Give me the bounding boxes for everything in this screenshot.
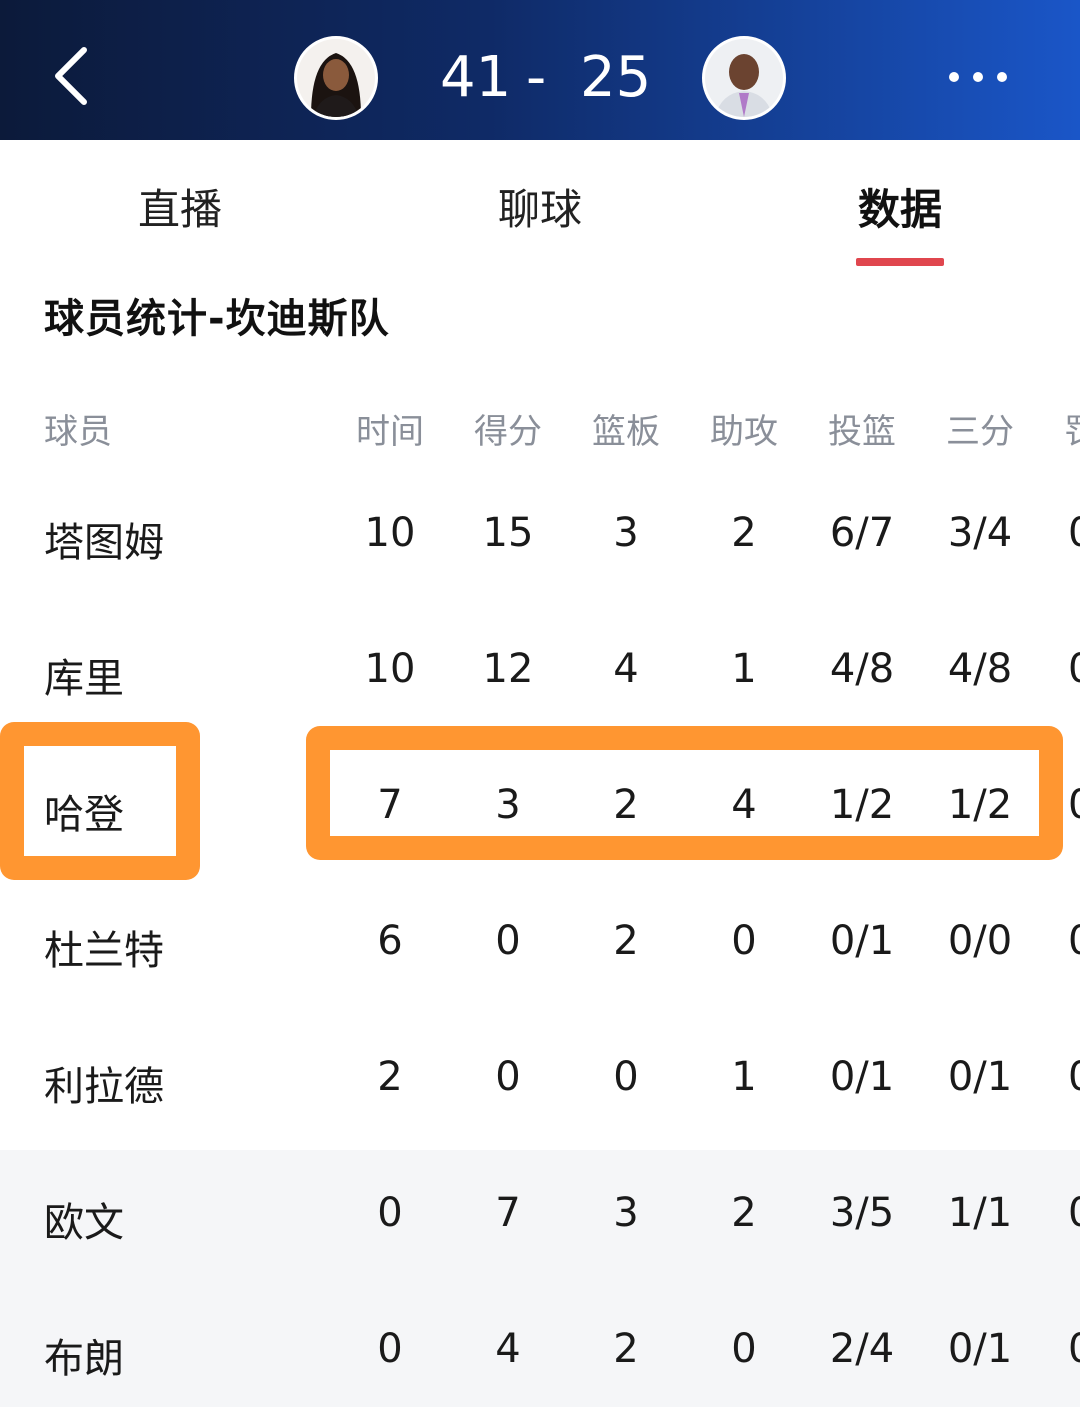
tab-live[interactable]: 直播 [80,176,280,237]
column-header-player: 球员 [44,412,112,452]
stat-minutes: 0 [377,1190,403,1236]
table-row[interactable]: 布朗 0 4 2 0 2/4 0/1 0 [0,1286,1080,1407]
stat-assists: 1 [731,1054,757,1100]
away-score: 25 [580,45,652,110]
stat-rebounds: 3 [613,1190,639,1236]
stat-minutes: 10 [364,646,416,692]
home-score: 41 [440,45,512,110]
column-header-field-goals[interactable]: 投篮 [828,404,896,453]
stat-points: 15 [482,510,534,556]
stat-field-goals: 4/8 [829,646,895,692]
stat-free-throws: 0 [1068,510,1080,556]
column-header-three-pointers[interactable]: 三分 [946,404,1014,453]
home-avatar[interactable] [294,36,378,120]
stat-assists: 4 [731,782,757,828]
player-name: 布朗 [44,1336,124,1382]
table-row-highlighted[interactable]: 哈登 7 3 2 4 1/2 1/2 0 [0,742,1080,878]
stat-field-goals: 0/1 [829,918,895,964]
table-row[interactable]: 利拉德 2 0 0 1 0/1 0/1 0 [0,1014,1080,1150]
player-name: 塔图姆 [44,520,164,566]
stat-free-throws: 0 [1068,782,1080,828]
stat-points: 4 [495,1326,521,1372]
stat-field-goals: 2/4 [829,1326,895,1372]
column-header-minutes[interactable]: 时间 [356,404,424,453]
stat-three-pointers: 1/2 [947,782,1013,828]
stat-free-throws: 0 [1068,1054,1080,1100]
stat-minutes: 7 [377,782,403,828]
stat-points: 0 [495,1054,521,1100]
stat-field-goals: 0/1 [829,1054,895,1100]
stat-three-pointers: 0/1 [947,1054,1013,1100]
stat-minutes: 0 [377,1326,403,1372]
stat-rebounds: 2 [613,782,639,828]
stat-assists: 2 [731,510,757,556]
player-name: 哈登 [44,792,124,838]
column-header-rebounds[interactable]: 篮板 [592,404,660,453]
stat-rebounds: 4 [613,646,639,692]
stat-points: 0 [495,918,521,964]
game-header: 41 - 25 [0,0,1080,140]
tab-bar: 直播 聊球 数据 [0,140,1080,270]
score-separator: - [526,45,547,110]
stat-field-goals: 1/2 [829,782,895,828]
stat-rebounds: 3 [613,510,639,556]
stat-three-pointers: 1/1 [947,1190,1013,1236]
active-tab-indicator [856,258,944,266]
stat-assists: 2 [731,1190,757,1236]
stat-assists: 0 [731,1326,757,1372]
stat-rebounds: 2 [613,1326,639,1372]
column-header-assists[interactable]: 助攻 [710,404,778,453]
table-row[interactable]: 欧文 0 7 3 2 3/5 1/1 0 [0,1150,1080,1286]
table-row[interactable]: 杜兰特 6 0 2 0 0/1 0/0 0 [0,878,1080,1014]
stat-three-pointers: 0/0 [947,918,1013,964]
stat-minutes: 6 [377,918,403,964]
stat-field-goals: 6/7 [829,510,895,556]
table-row[interactable]: 库里 10 12 4 1 4/8 4/8 0 [0,606,1080,742]
stat-free-throws: 0 [1068,646,1080,692]
more-horizontal-icon[interactable] [944,62,1012,92]
stat-points: 7 [495,1190,521,1236]
stat-field-goals: 3/5 [829,1190,895,1236]
table-header: 球员 时间 得分 篮板 助攻 投篮 三分 罚 [0,404,1080,464]
stat-free-throws: 0 [1068,1190,1080,1236]
player-name: 欧文 [44,1200,124,1246]
stat-points: 12 [482,646,534,692]
stat-three-pointers: 3/4 [947,510,1013,556]
stat-rebounds: 2 [613,918,639,964]
stat-three-pointers: 4/8 [947,646,1013,692]
stat-minutes: 2 [377,1054,403,1100]
tab-chat[interactable]: 聊球 [440,176,640,237]
tab-data[interactable]: 数据 [800,176,1000,237]
player-name: 库里 [44,656,124,702]
stat-assists: 0 [731,918,757,964]
stat-points: 3 [495,782,521,828]
stat-rebounds: 0 [613,1054,639,1100]
player-name: 杜兰特 [44,928,164,974]
away-avatar[interactable] [702,36,786,120]
stat-free-throws: 0 [1068,1326,1080,1372]
stat-assists: 1 [731,646,757,692]
table-row[interactable]: 塔图姆 10 15 3 2 6/7 3/4 0 [0,470,1080,606]
chevron-left-icon[interactable] [40,40,104,112]
column-header-free-throws[interactable]: 罚 [1064,404,1080,453]
section-title: 球员统计-坎迪斯队 [44,296,390,342]
column-header-points[interactable]: 得分 [474,404,542,453]
stat-minutes: 10 [364,510,416,556]
player-name: 利拉德 [44,1064,164,1110]
stat-free-throws: 0 [1068,918,1080,964]
stat-three-pointers: 0/1 [947,1326,1013,1372]
